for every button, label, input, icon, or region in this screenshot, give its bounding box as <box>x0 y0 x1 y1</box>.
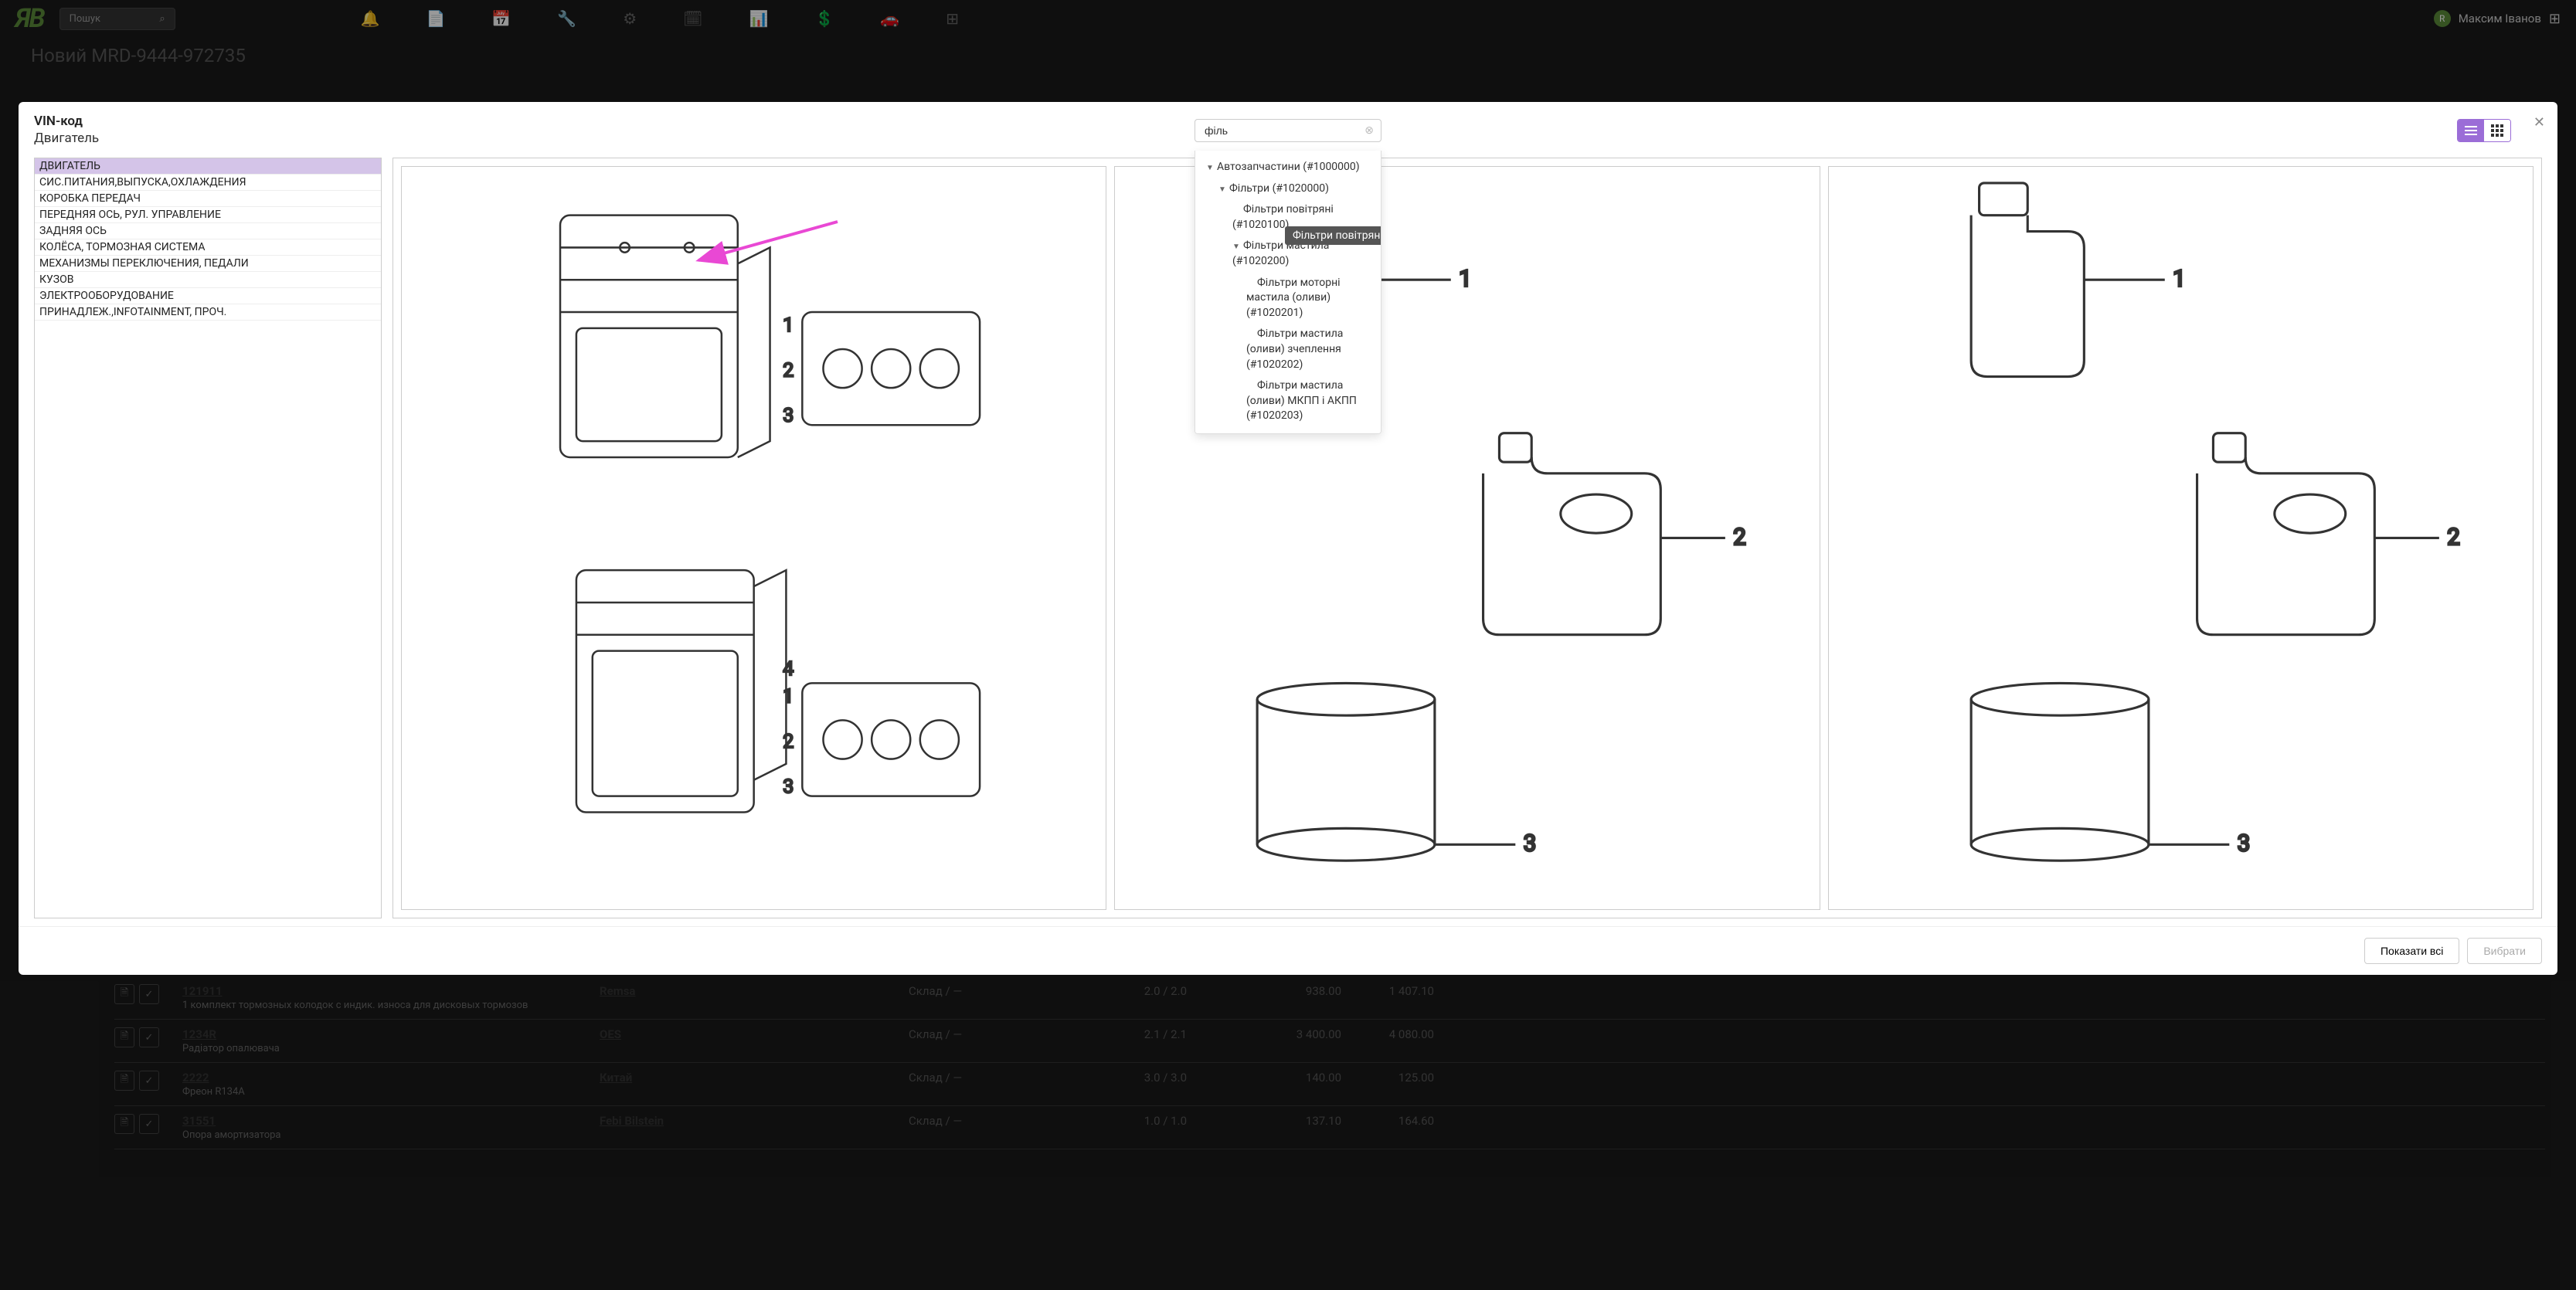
category-item[interactable]: ЭЛЕКТРООБОРУДОВАНИЕ <box>35 288 381 304</box>
svg-text:1: 1 <box>783 314 794 337</box>
category-item[interactable]: СИС.ПИТАНИЯ,ВЫПУСКА,ОХЛАЖДЕНИЯ <box>35 175 381 191</box>
category-item[interactable]: ЗАДНЯЯ ОСЬ <box>35 223 381 239</box>
diagram-fluids-2[interactable]: 1 2 3 <box>1828 166 2534 910</box>
autocomplete-item[interactable]: Фільтри мастила (оливи) зчеплення (#1020… <box>1195 324 1381 375</box>
category-item[interactable]: КОЛЁСА, ТОРМОЗНАЯ СИСТЕМА <box>35 239 381 256</box>
category-item[interactable]: КОРОБКА ПЕРЕДАЧ <box>35 191 381 207</box>
modal-header: VIN-код Двигатель ⊗ ✕ ▼Автозапчастини (#… <box>19 102 2557 158</box>
svg-text:4: 4 <box>783 658 794 681</box>
category-item[interactable]: ПЕРЕДНЯЯ ОСЬ, РУЛ. УПРАВЛЕНИЕ <box>35 207 381 223</box>
list-icon <box>2465 126 2477 135</box>
show-all-button[interactable]: Показати всі <box>2364 938 2459 964</box>
grid-squares-icon <box>2491 124 2503 137</box>
svg-text:1: 1 <box>2173 266 2185 293</box>
modal-search-input[interactable] <box>1195 119 1381 142</box>
autocomplete-item[interactable]: ▼Автозапчастини (#1000000) <box>1195 157 1381 178</box>
close-button[interactable]: ✕ <box>2534 114 2545 131</box>
svg-text:1: 1 <box>783 686 794 708</box>
select-button[interactable]: Вибрати <box>2467 938 2542 964</box>
view-toggle <box>2457 119 2511 142</box>
svg-text:1: 1 <box>1460 266 1472 293</box>
autocomplete-dropdown: ▼Автозапчастини (#1000000)▼Фільтри (#102… <box>1195 151 1381 434</box>
category-list: ДВИГАТЕЛЬСИС.ПИТАНИЯ,ВЫПУСКА,ОХЛАЖДЕНИЯК… <box>34 158 382 918</box>
svg-text:2: 2 <box>2447 524 2459 551</box>
autocomplete-tooltip: Фільтри повітряні (#1020100) <box>1285 226 1381 245</box>
category-item[interactable]: ПРИНАДЛЕЖ.,INFOTAINMENT, ПРОЧ. <box>35 304 381 321</box>
grid-view-button[interactable] <box>2484 120 2510 141</box>
svg-text:2: 2 <box>783 731 794 753</box>
modal-search-wrap: ⊗ <box>1195 119 1381 142</box>
autocomplete-item[interactable]: Фільтри мастила (оливи) МКПП і АКПП (#10… <box>1195 375 1381 427</box>
diagram-engine[interactable]: 1 2 3 4 1 2 3 <box>401 166 1106 910</box>
svg-text:2: 2 <box>783 360 794 382</box>
svg-text:2: 2 <box>1734 524 1746 551</box>
clear-search-icon[interactable]: ⊗ <box>1364 124 1374 137</box>
modal-title: VIN-код Двигатель <box>34 113 99 147</box>
category-item[interactable]: ДВИГАТЕЛЬ <box>35 158 381 175</box>
svg-text:3: 3 <box>2237 831 2249 857</box>
category-item[interactable]: КУЗОВ <box>35 272 381 288</box>
autocomplete-item[interactable]: Фільтри моторні мастила (оливи) (#102020… <box>1195 273 1381 324</box>
diagram-panel: 1 2 3 4 1 2 3 <box>393 158 2542 918</box>
modal-footer: Показати всі Вибрати <box>19 926 2557 975</box>
svg-text:3: 3 <box>783 405 794 427</box>
autocomplete-item[interactable]: ▼Фільтри (#1020000) <box>1195 178 1381 200</box>
vin-modal: VIN-код Двигатель ⊗ ✕ ▼Автозапчастини (#… <box>19 102 2557 975</box>
svg-text:3: 3 <box>1524 831 1536 857</box>
list-view-button[interactable] <box>2458 120 2484 141</box>
svg-text:3: 3 <box>783 776 794 799</box>
category-item[interactable]: МЕХАНИЗМЫ ПЕРЕКЛЮЧЕНИЯ, ПЕДАЛИ <box>35 256 381 272</box>
